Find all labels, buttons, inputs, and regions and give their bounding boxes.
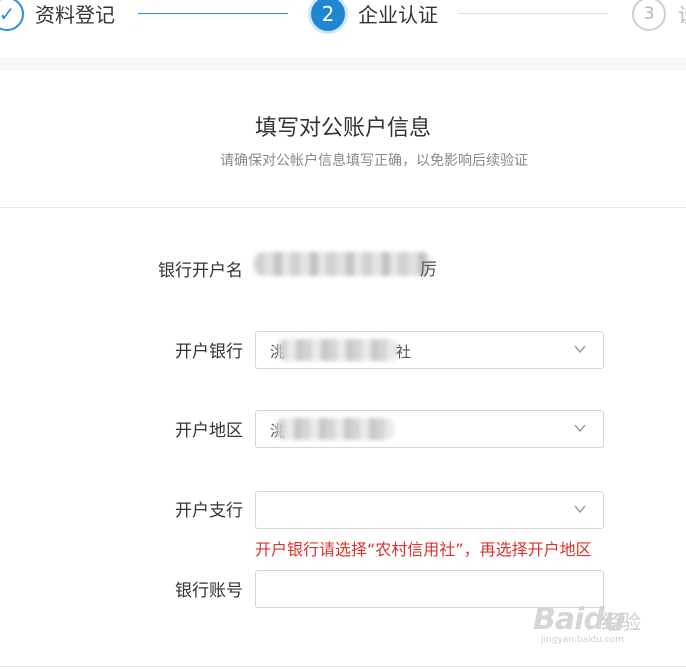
bank-label: 开户银行 <box>175 342 243 362</box>
step-connector-1 <box>138 13 288 14</box>
bank-select-value-redacted <box>278 339 398 361</box>
header-divider <box>0 207 686 208</box>
step-1-check-icon: ✓ <box>0 0 24 31</box>
chevron-down-icon <box>574 424 586 433</box>
section-separator-band <box>0 58 686 71</box>
chevron-down-icon <box>574 345 586 354</box>
branch-select[interactable] <box>255 491 604 529</box>
watermark-url: jingyan.baidu.com <box>541 635 625 645</box>
step-3-badge: 3 <box>632 0 666 31</box>
watermark-text: 经验 <box>601 610 641 634</box>
page-subtitle: 请确保对公帐户信息填写正确，以免影响后续验证 <box>220 153 528 169</box>
region-select[interactable]: 洮 <box>255 410 604 448</box>
step-3-label: 设 <box>678 2 686 28</box>
region-select-value-redacted <box>276 418 394 440</box>
bottom-divider <box>0 666 686 667</box>
account-name-label: 银行开户名 <box>158 261 243 281</box>
account-number-label: 银行账号 <box>175 581 243 601</box>
page-title: 填写对公账户信息 <box>254 116 431 141</box>
branch-error-message: 开户银行请选择“农村信用社”，再选择开户地区 <box>255 540 592 559</box>
step-1-label: 资料登记 <box>35 3 115 27</box>
account-name-value-redacted <box>254 252 432 276</box>
bank-select-value-suffix: 社 <box>396 343 412 361</box>
chevron-down-icon <box>574 505 586 514</box>
baidu-jingyan-watermark: Baidu 经验 jingyan.baidu.com <box>527 594 655 645</box>
account-name-value-tail: 厉 <box>420 260 437 280</box>
region-label: 开户地区 <box>175 421 243 441</box>
step-2-label: 企业认证 <box>358 3 438 27</box>
step-2-badge: 2 <box>311 0 345 31</box>
step-progress-bar: ✓ 资料登记 2 企业认证 3 设 <box>0 0 686 58</box>
bank-select[interactable]: 洮 社 <box>255 331 604 369</box>
branch-label: 开户支行 <box>175 501 243 521</box>
step-connector-2 <box>458 13 608 14</box>
